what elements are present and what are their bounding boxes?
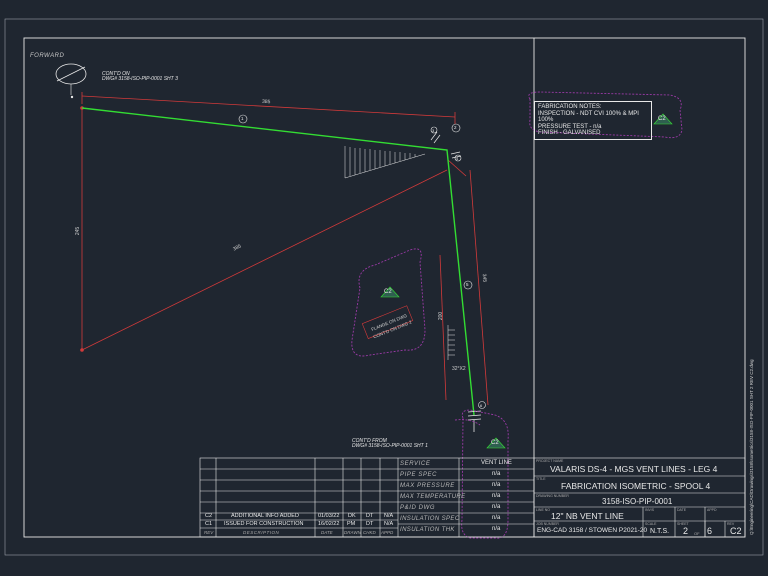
dim-right: 345	[480, 273, 488, 283]
spec-label: INSULATION SPEC	[400, 516, 460, 522]
rev-row-appd: N/A	[384, 521, 394, 527]
spec-value: n/a	[492, 515, 501, 521]
spec-value: n/a	[492, 471, 501, 477]
rev-row-drawn: DK	[348, 513, 356, 519]
weld-id: 3	[432, 128, 435, 133]
spec-label: PIPE SPEC	[400, 472, 438, 478]
rev-row-rev: C1	[205, 521, 213, 527]
rev-row-desc: ADDITIONAL INFO ADDED	[231, 513, 299, 519]
weld-id: 2	[454, 125, 457, 130]
rev-cloud-tag: C2	[384, 289, 392, 295]
outer-frame	[4, 18, 764, 556]
of-value: 6	[707, 526, 713, 536]
rev-row-rev: C2	[205, 513, 213, 519]
date-label: DATE	[677, 508, 687, 512]
rev-row-chkd: DT	[366, 521, 374, 527]
weld-id: 6	[480, 403, 483, 408]
weld-id: 1	[241, 116, 244, 121]
rev-cloud-tag: C2	[491, 440, 499, 446]
rev-row-appd: N/A	[384, 513, 394, 519]
rev-header-chkd: CHKD	[363, 530, 376, 535]
dim-left: 245	[75, 226, 82, 236]
rev-header-date: DATE	[321, 530, 333, 535]
rev-cloud-tag: C2	[658, 116, 666, 122]
elbow-fitting-top	[430, 131, 462, 159]
spec-label: MAX TEMPERATURE	[400, 494, 466, 500]
drawing-title: FABRICATION ISOMETRIC - SPOOL 4	[561, 481, 711, 491]
line-no: 12" NB VENT LINE	[551, 511, 624, 521]
spec-label: P&ID DWG	[400, 505, 436, 511]
scale-label: SCALE	[645, 522, 657, 526]
rev-header-appd: APPD	[381, 530, 394, 535]
drawing-number-label: DRAWING NUMBER	[536, 494, 569, 498]
notes-finish: FINISH - GALVANISED	[538, 130, 601, 136]
spec-label: MAX PRESSURE	[400, 483, 455, 489]
weld-id: 4	[456, 156, 459, 161]
cont-on-ref: DWG# 3158-ISO-PIP-0001 SHT 3	[102, 76, 178, 82]
forward-label: FORWARD	[30, 53, 65, 59]
fabrication-notes: FABRICATION NOTES: INSPECTION - NDT CVI …	[534, 101, 652, 140]
spec-label: INSULATION THK	[400, 527, 455, 533]
weld-id: 5	[466, 282, 469, 287]
file-path-text: Q:\Engineering\CAD\Drawings\3158\Isometr…	[749, 359, 754, 536]
rev-header-desc: DESCRIPTION	[243, 530, 280, 535]
rev-header-rev: REV	[204, 530, 214, 535]
rev-row-chkd: DT	[366, 513, 374, 519]
appd-label: APPD	[707, 508, 717, 512]
notes-inspection: INSPECTION - NDT CVI 100% & MPI 100%	[538, 110, 639, 124]
spec-value: n/a	[492, 482, 501, 488]
scale-value: N.T.S.	[650, 528, 670, 535]
dim-small: 200	[438, 311, 445, 321]
spec-value: VENT LINE	[481, 460, 512, 466]
line-no-label: LINE NO	[536, 508, 551, 512]
title-label: TITLE	[536, 477, 546, 481]
job-number-label: JOB NUMBER	[536, 522, 559, 526]
sheet-value: 2	[683, 526, 689, 536]
rev-row-desc: ISSUED FOR CONSTRUCTION	[224, 521, 304, 527]
angle-label: 32°X2	[452, 366, 466, 372]
spec-value: n/a	[492, 504, 501, 510]
spec-value: n/a	[492, 526, 501, 532]
of-label: OF	[694, 531, 700, 536]
project-title: VALARIS DS-4 - MGS VENT LINES - LEG 4	[550, 464, 718, 474]
project-title-label: PROJECT NAME	[536, 459, 564, 463]
drawing-number: 3158-ISO-PIP-0001	[602, 497, 673, 506]
rev-row-date: 16/02/22	[318, 521, 340, 527]
rev-row-date: 01/03/22	[318, 513, 340, 519]
rev-value: C2	[730, 526, 742, 536]
job-number: ENG-CAD 3158 / STOWEN P2021-20	[537, 527, 648, 534]
inv-label: INV/S	[645, 508, 655, 512]
dim-top: 385	[261, 98, 271, 106]
spec-label: SERVICE	[400, 461, 431, 467]
cont-from-ref: DWG# 3158-ISO-PIP-0001 SHT 1	[352, 443, 428, 449]
spec-value: n/a	[492, 493, 501, 499]
dimension-lines	[81, 92, 489, 406]
rev-header-drawn: DRAWN	[344, 530, 361, 535]
rev-row-drawn: PM	[347, 521, 356, 527]
